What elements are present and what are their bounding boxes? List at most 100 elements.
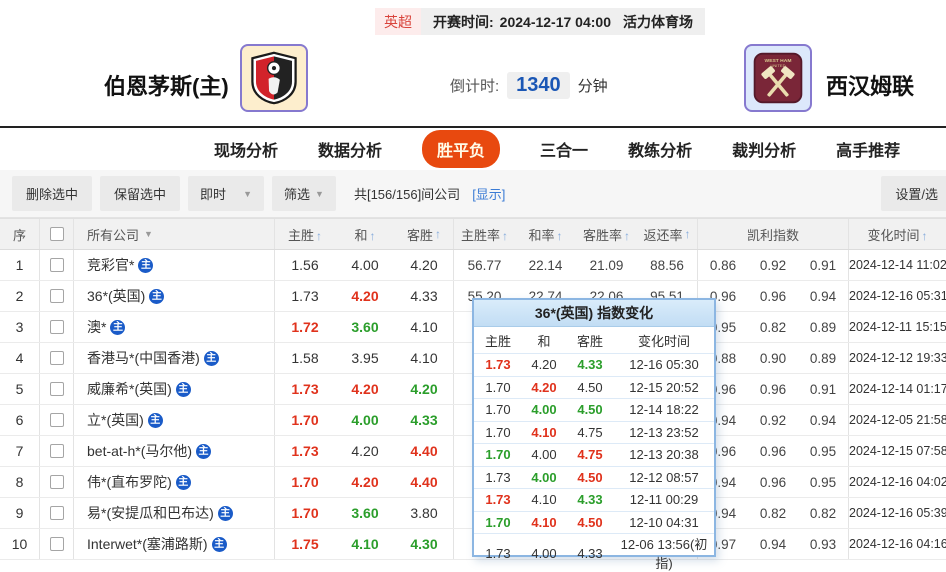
popup-away-odds: 4.50: [577, 469, 603, 485]
popup-row: 1.70 4.00 4.75 12-13 20:38: [474, 443, 714, 466]
company-cell[interactable]: bet-at-h*(马尔他) 主: [74, 436, 275, 466]
kelly-away-cell: 0.89: [798, 312, 849, 342]
draw-odds-cell[interactable]: 4.10: [335, 536, 395, 552]
delete-selected-button[interactable]: 删除选中: [12, 176, 93, 211]
win-odds-cell[interactable]: 1.56: [275, 257, 335, 273]
away-header[interactable]: 客胜 ↑: [395, 219, 454, 249]
draw-odds-cell[interactable]: 4.00: [335, 412, 395, 428]
away-odds-cell[interactable]: 4.10: [395, 312, 454, 342]
row-checkbox[interactable]: [49, 413, 64, 427]
change-time-header[interactable]: 变化时间 ↑: [849, 225, 946, 244]
nav-tab[interactable]: 三合一: [540, 137, 588, 161]
return-rate-header[interactable]: 返还率 ↑: [637, 219, 698, 249]
draw-odds-cell[interactable]: 4.20: [335, 443, 395, 459]
company-cell[interactable]: 威廉希*(英国) 主: [74, 374, 275, 404]
sort-asc-icon: ↑: [624, 228, 630, 243]
row-checkbox[interactable]: [49, 506, 64, 520]
row-checkbox[interactable]: [49, 258, 64, 272]
win-header[interactable]: 主胜 ↑: [275, 225, 335, 244]
crest-text-united: UNITED: [770, 63, 785, 68]
popup-win-odds: 1.73: [485, 469, 511, 485]
filter-dropdown[interactable]: 筛选 ▼: [272, 176, 336, 211]
seq-cell: 7: [0, 436, 40, 466]
company-cell[interactable]: 竞彩官* 主: [74, 250, 275, 280]
kelly-header: 凯利指数: [698, 219, 849, 249]
popup-draw-odds: 4.20: [531, 379, 557, 395]
company-cell[interactable]: 易*(安提瓜和巴布达) 主: [74, 498, 275, 528]
win-odds-cell[interactable]: 1.70: [275, 505, 335, 521]
away-odds-cell[interactable]: 4.30: [395, 529, 454, 559]
row-checkbox[interactable]: [49, 537, 64, 551]
draw-odds-cell[interactable]: 4.20: [335, 381, 395, 397]
company-cell[interactable]: Interwet*(塞浦路斯) 主: [74, 529, 275, 559]
instant-dropdown[interactable]: 即时 ▼: [188, 176, 265, 211]
win-odds-cell[interactable]: 1.75: [275, 536, 335, 552]
nav-tab[interactable]: 胜平负: [422, 130, 501, 168]
draw-odds-cell[interactable]: 3.95: [335, 350, 395, 366]
show-link[interactable]: [显示]: [472, 184, 505, 203]
draw-header[interactable]: 和 ↑: [335, 225, 395, 244]
draw-odds-cell[interactable]: 3.60: [335, 319, 395, 335]
nav-tab[interactable]: 数据分析: [318, 137, 382, 161]
popup-row: 1.70 4.10 4.50 12-10 04:31: [474, 510, 714, 534]
win-odds-cell[interactable]: 1.73: [275, 381, 335, 397]
away-odds-cell[interactable]: 4.40: [395, 467, 454, 497]
away-rate-header[interactable]: 客胜率 ↑: [576, 225, 637, 244]
company-cell[interactable]: 伟*(直布罗陀) 主: [74, 467, 275, 497]
checkbox-cell: [40, 312, 74, 342]
settings-button[interactable]: 设置/选: [881, 176, 946, 211]
draw-odds-cell[interactable]: 3.60: [335, 505, 395, 521]
draw-odds-cell[interactable]: 4.20: [335, 288, 395, 304]
row-checkbox[interactable]: [49, 351, 64, 365]
away-odds-cell[interactable]: 4.20: [395, 374, 454, 404]
away-odds-cell[interactable]: 4.33: [395, 405, 454, 435]
popup-body: 1.73 4.20 4.33 12-16 05:30 1.70 4.20 4.5…: [474, 353, 714, 571]
company-cell[interactable]: 36*(英国) 主: [74, 281, 275, 311]
row-checkbox[interactable]: [49, 320, 64, 334]
company-cell[interactable]: 香港马*(中国香港) 主: [74, 343, 275, 373]
company-cell[interactable]: 立*(英国) 主: [74, 405, 275, 435]
company-cell[interactable]: 澳* 主: [74, 312, 275, 342]
company-header[interactable]: 所有公司 ▼: [74, 219, 275, 249]
select-all-checkbox[interactable]: [49, 227, 64, 241]
away-odds-cell[interactable]: 4.33: [395, 281, 454, 311]
popup-win-odds: 1.73: [485, 545, 511, 561]
win-rate-header[interactable]: 主胜率 ↑: [454, 225, 515, 244]
win-odds-cell[interactable]: 1.70: [275, 412, 335, 428]
popup-row: 1.73 4.00 4.50 12-12 08:57: [474, 465, 714, 489]
seq-cell: 1: [0, 250, 40, 280]
checkbox-cell: [40, 436, 74, 466]
popup-row: 1.70 4.10 4.75 12-13 23:52: [474, 420, 714, 444]
win-odds-cell[interactable]: 1.73: [275, 288, 335, 304]
company-count: 共[156/156]间公司: [353, 187, 461, 202]
win-odds-cell[interactable]: 1.58: [275, 350, 335, 366]
away-odds-cell[interactable]: 4.40: [395, 436, 454, 466]
win-odds-cell[interactable]: 1.70: [275, 474, 335, 490]
away-odds-cell[interactable]: 4.20: [395, 250, 454, 280]
nav-tab[interactable]: 高手推荐: [836, 137, 900, 161]
popup-draw-odds: 4.00: [531, 469, 557, 485]
nav-tab[interactable]: 教练分析: [628, 137, 692, 161]
win-odds-cell[interactable]: 1.73: [275, 443, 335, 459]
row-checkbox[interactable]: [49, 444, 64, 458]
row-checkbox[interactable]: [49, 475, 64, 489]
nav-tab[interactable]: 裁判分析: [732, 137, 796, 161]
away-odds-cell[interactable]: 4.10: [395, 343, 454, 373]
nav-tab[interactable]: 现场分析: [214, 137, 278, 161]
draw-odds-cell[interactable]: 4.00: [335, 257, 395, 273]
sort-asc-icon: ↑: [684, 227, 691, 241]
row-checkbox[interactable]: [49, 289, 64, 303]
win-rate-cell: 56.77: [467, 257, 502, 273]
win-odds-cell[interactable]: 1.72: [275, 319, 335, 335]
seq-cell: 10: [0, 529, 40, 559]
draw-rate-header[interactable]: 和率 ↑: [515, 225, 576, 244]
keep-selected-button[interactable]: 保留选中: [100, 176, 181, 211]
popup-row: 1.70 4.00 4.50 12-14 18:22: [474, 398, 714, 421]
popup-time-header: 变化时间: [637, 333, 690, 349]
row-checkbox[interactable]: [49, 382, 64, 396]
return-rate-cell: 88.56: [637, 250, 698, 280]
company-name: 伟*(直布罗陀): [87, 474, 172, 490]
countdown-value: 1340: [507, 72, 570, 99]
draw-odds-cell[interactable]: 4.20: [335, 474, 395, 490]
away-odds-cell[interactable]: 3.80: [395, 498, 454, 528]
